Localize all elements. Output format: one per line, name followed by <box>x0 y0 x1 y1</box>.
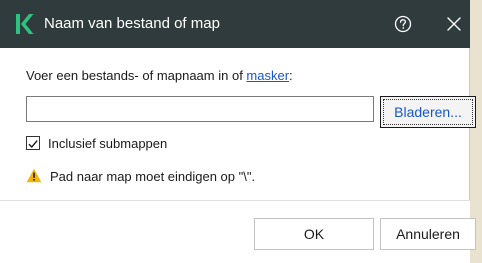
warning-text: Pad naar map moet eindigen op "\". <box>50 169 256 184</box>
close-icon[interactable] <box>444 14 464 34</box>
help-icon[interactable] <box>393 14 413 34</box>
ok-button[interactable]: OK <box>254 218 374 250</box>
dialog-title: Naam van bestand of map <box>44 15 220 32</box>
prompt-text: Voer een bestands- of mapnaam in of <box>26 68 247 83</box>
checkmark-icon <box>28 140 38 149</box>
cancel-button[interactable]: Annuleren <box>380 218 476 250</box>
prompt-colon: : <box>289 68 293 83</box>
title-bar: Naam van bestand of map <box>0 0 470 48</box>
mask-link[interactable]: masker <box>246 68 289 83</box>
browse-button[interactable]: Bladeren... <box>380 96 476 128</box>
warning-icon <box>26 168 42 183</box>
kaspersky-logo-icon <box>16 14 34 34</box>
include-subfolders-label[interactable]: Inclusief submappen <box>48 136 167 151</box>
file-or-folder-name-input[interactable] <box>26 96 374 122</box>
name-prompt: Voer een bestands- of mapnaam in of mask… <box>26 68 293 83</box>
dialog-window: Naam van bestand of map Voer een bestand… <box>0 0 476 263</box>
include-subfolders-checkbox[interactable] <box>26 136 40 150</box>
